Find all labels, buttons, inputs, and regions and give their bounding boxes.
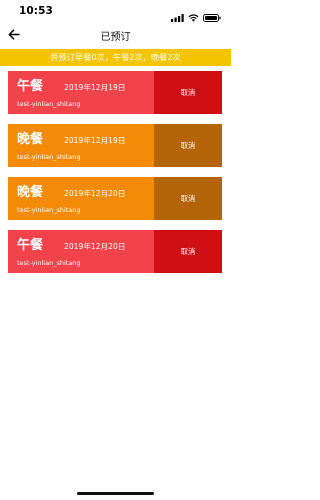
- meal-name: 午餐: [17, 79, 44, 94]
- meal-date: 2019年12月19日: [64, 136, 126, 145]
- meal-location: test-yinlian_shitang: [17, 259, 81, 267]
- page-title: 已预订: [100, 32, 131, 43]
- cancel-button[interactable]: 取消: [154, 177, 222, 220]
- reservation-info: 晚餐 2019年12月20日 test-yinlian_shitang: [8, 177, 154, 220]
- home-indicator: [77, 492, 154, 495]
- meal-date: 2019年12月19日: [64, 83, 126, 92]
- reservation-info: 晚餐 2019年12月19日 test-yinlian_shitang: [8, 124, 154, 167]
- reservation-info: 午餐 2019年12月19日 test-yinlian_shitang: [8, 71, 154, 114]
- meal-location: test-yinlian_shitang: [17, 100, 81, 108]
- app-screen: 10:53 已预订 共预订早餐0次，午餐2次，晚餐2次 午餐 2019年12月1…: [0, 0, 231, 500]
- reservation-card: 午餐 2019年12月19日 test-yinlian_shitang 取消: [8, 71, 222, 114]
- navigation-bar: 已预订: [0, 22, 231, 48]
- meal-location: test-yinlian_shitang: [17, 153, 81, 161]
- reservation-info: 午餐 2019年12月20日 test-yinlian_shitang: [8, 230, 154, 273]
- meal-name: 午餐: [17, 238, 44, 253]
- meal-location: test-yinlian_shitang: [17, 206, 81, 214]
- cancel-button[interactable]: 取消: [154, 71, 222, 114]
- status-bar: 10:53: [0, 0, 231, 22]
- reservation-card: 午餐 2019年12月20日 test-yinlian_shitang 取消: [8, 230, 222, 273]
- meal-name: 晚餐: [17, 185, 44, 200]
- cancel-button[interactable]: 取消: [154, 124, 222, 167]
- reservation-card: 晚餐 2019年12月20日 test-yinlian_shitang 取消: [8, 177, 222, 220]
- summary-banner: 共预订早餐0次，午餐2次，晚餐2次: [0, 49, 231, 66]
- meal-date: 2019年12月20日: [64, 189, 126, 198]
- status-time: 10:53: [19, 5, 53, 17]
- cancel-button[interactable]: 取消: [154, 230, 222, 273]
- meal-date: 2019年12月20日: [64, 242, 126, 251]
- reservation-card: 晚餐 2019年12月19日 test-yinlian_shitang 取消: [8, 124, 222, 167]
- meal-name: 晚餐: [17, 132, 44, 147]
